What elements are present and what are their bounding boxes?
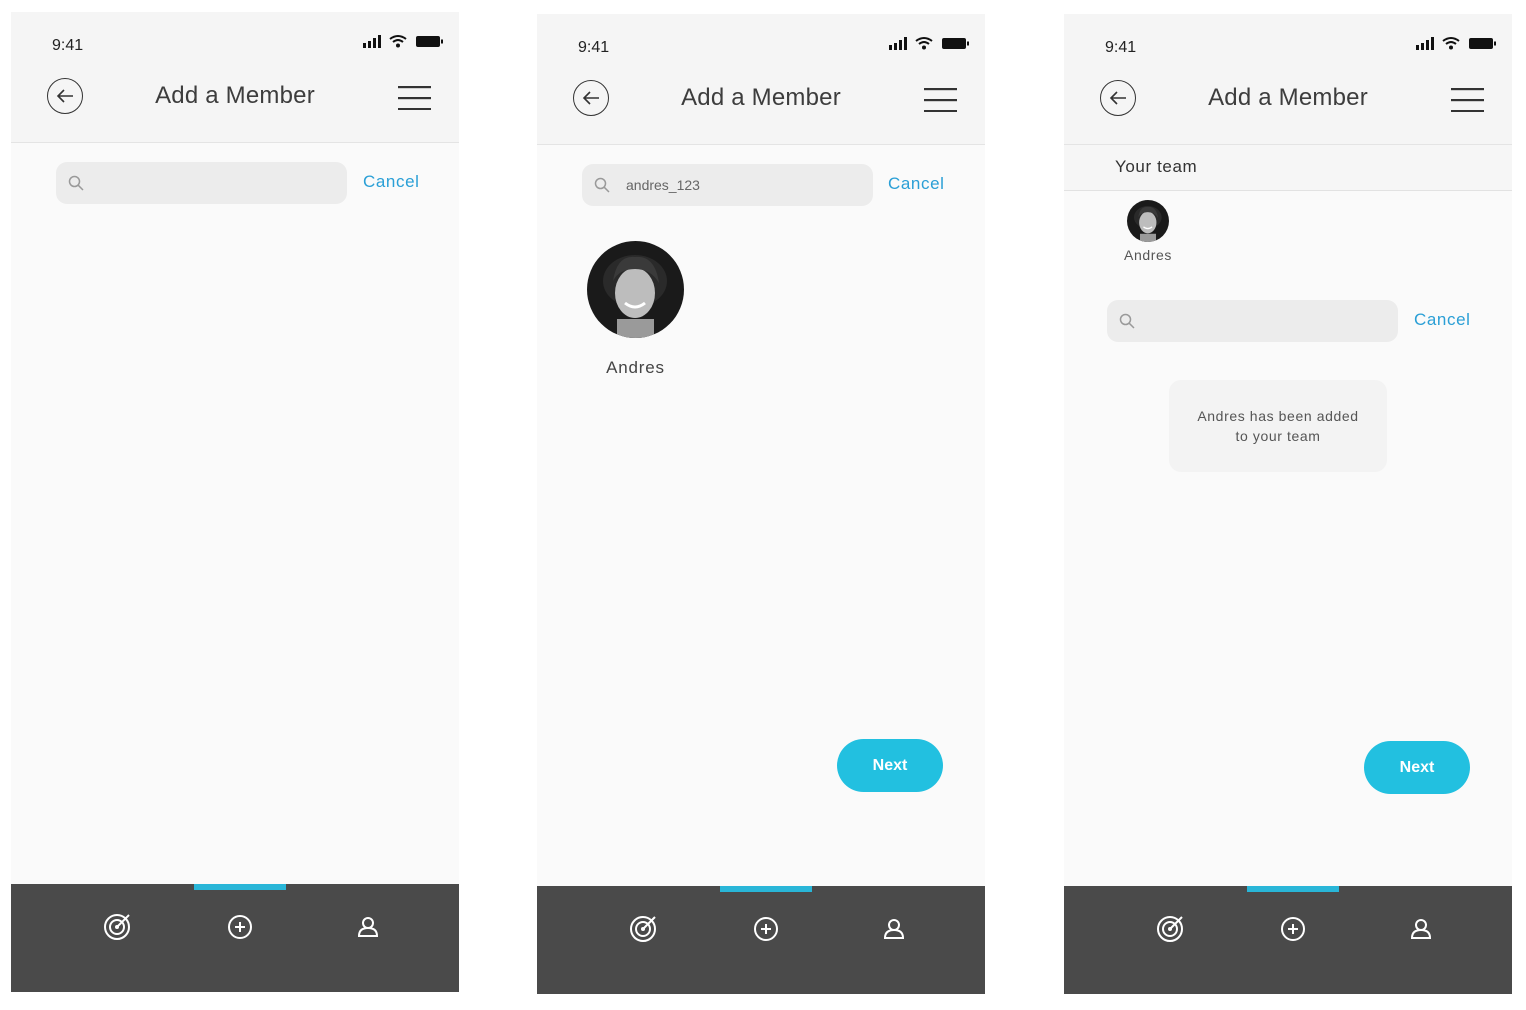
status-time: 9:41 bbox=[52, 37, 84, 54]
app-header: 9:41 Add a Member bbox=[11, 12, 459, 143]
app-header: 9:41 Add a Member bbox=[1064, 14, 1512, 145]
add-circle-icon[interactable] bbox=[225, 912, 255, 942]
profile-icon[interactable] bbox=[879, 914, 909, 944]
search-field[interactable] bbox=[56, 162, 347, 204]
tab-bar bbox=[537, 886, 985, 994]
status-time: 9:41 bbox=[1105, 39, 1137, 56]
hamburger-menu-icon[interactable] bbox=[1451, 88, 1484, 112]
search-field[interactable] bbox=[582, 164, 873, 206]
profile-icon[interactable] bbox=[353, 912, 383, 942]
profile-icon[interactable] bbox=[1406, 914, 1436, 944]
person-photo-icon bbox=[1127, 200, 1169, 242]
add-circle-icon[interactable] bbox=[751, 914, 781, 944]
status-icons bbox=[889, 37, 969, 50]
page-title: Add a Member bbox=[155, 82, 315, 109]
active-tab-indicator bbox=[194, 884, 286, 890]
team-section-header: Your team bbox=[1064, 145, 1512, 191]
target-icon[interactable] bbox=[1155, 914, 1185, 944]
cancel-button[interactable]: Cancel bbox=[363, 172, 420, 192]
active-tab-indicator bbox=[720, 886, 812, 892]
toast-line-1: Andres has been added bbox=[1197, 408, 1359, 424]
cancel-button[interactable]: Cancel bbox=[1414, 310, 1471, 330]
toast-line-2: to your team bbox=[1235, 428, 1321, 444]
status-time: 9:41 bbox=[578, 39, 610, 56]
tab-bar bbox=[11, 884, 459, 992]
search-input[interactable] bbox=[100, 162, 336, 204]
target-icon[interactable] bbox=[102, 912, 132, 942]
member-avatar[interactable] bbox=[587, 241, 684, 338]
search-icon bbox=[68, 175, 84, 191]
add-circle-icon[interactable] bbox=[1278, 914, 1308, 944]
app-header: 9:41 Add a Member bbox=[537, 14, 985, 145]
member-added-toast: Andres has been added to your team bbox=[1169, 380, 1387, 472]
screen-empty-search: 9:41 Add a Member Cancel bbox=[11, 12, 459, 992]
page-title: Add a Member bbox=[681, 84, 841, 111]
team-member-avatar[interactable] bbox=[1127, 200, 1169, 242]
cancel-button[interactable]: Cancel bbox=[888, 174, 945, 194]
next-button[interactable]: Next bbox=[837, 739, 943, 792]
screen-search-result: 9:41 Add a Member Cancel bbox=[537, 14, 985, 994]
status-icons bbox=[363, 35, 443, 48]
team-label: Your team bbox=[1115, 157, 1198, 176]
status-icons bbox=[1416, 37, 1496, 50]
team-member-name: Andres bbox=[1124, 247, 1172, 263]
search-input[interactable] bbox=[626, 164, 862, 206]
search-input[interactable] bbox=[1151, 300, 1387, 342]
hamburger-menu-icon[interactable] bbox=[398, 86, 431, 110]
next-button[interactable]: Next bbox=[1364, 741, 1470, 794]
member-name: Andres bbox=[606, 358, 665, 377]
search-icon bbox=[1119, 313, 1135, 329]
person-photo-icon bbox=[587, 241, 684, 338]
target-icon[interactable] bbox=[628, 914, 658, 944]
hamburger-menu-icon[interactable] bbox=[924, 88, 957, 112]
tab-bar bbox=[1064, 886, 1512, 994]
screen-member-added: 9:41 Add a Member Your team Andres Cance… bbox=[1064, 14, 1512, 994]
page-title: Add a Member bbox=[1208, 84, 1368, 111]
active-tab-indicator bbox=[1247, 886, 1339, 892]
search-icon bbox=[594, 177, 610, 193]
search-field[interactable] bbox=[1107, 300, 1398, 342]
